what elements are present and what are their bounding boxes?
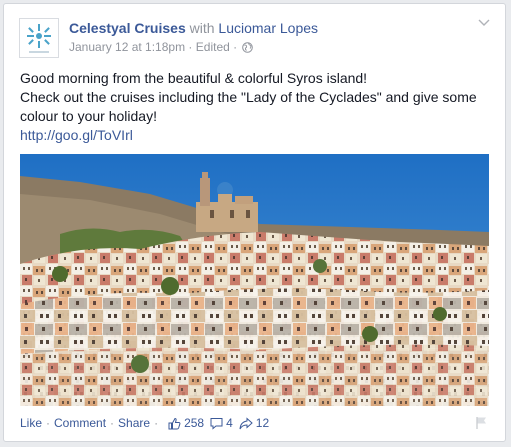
action-separator: · (46, 416, 51, 430)
share-arrow-icon (239, 416, 253, 429)
comments-count-value: 4 (226, 416, 233, 430)
post-message-line: Good morning from the beautiful & colorf… (20, 70, 368, 86)
post-link[interactable]: http://goo.gl/ToVIrl (20, 127, 133, 143)
post-message: Good morning from the beautiful & colorf… (20, 69, 492, 145)
likes-count[interactable]: 258 (168, 416, 204, 430)
meta-separator: · (188, 40, 196, 54)
like-button[interactable]: Like (20, 416, 42, 430)
post-header: Celestyal Cruises with Luciomar Lopes (69, 20, 318, 36)
shares-count[interactable]: 12 (239, 416, 269, 430)
with-label: with (189, 20, 215, 36)
page-name-link[interactable]: Celestyal Cruises (69, 20, 186, 36)
post-message-line: Check out the cruises including the "Lad… (20, 89, 477, 124)
shares-count-value: 12 (255, 416, 270, 430)
tagged-user-link[interactable]: Luciomar Lopes (218, 20, 318, 36)
post-photo[interactable] (20, 154, 489, 406)
action-separator: · (154, 416, 159, 430)
post-action-bar: Like · Comment · Share · 258 4 12 (20, 416, 269, 430)
edited-label[interactable]: Edited (196, 40, 230, 54)
likes-count-value: 258 (184, 416, 205, 430)
comment-icon (210, 417, 223, 430)
chevron-down-icon[interactable] (478, 18, 490, 28)
celestyal-logo-icon (27, 24, 51, 53)
globe-icon[interactable] (242, 42, 254, 53)
action-separator: · (110, 416, 115, 430)
page-avatar[interactable] (19, 18, 59, 58)
post-card: Celestyal Cruises with Luciomar Lopes Ja… (3, 3, 506, 442)
thumbs-up-icon (168, 417, 181, 429)
comments-count[interactable]: 4 (210, 416, 233, 430)
post-meta: January 12 at 1:18pm · Edited · (69, 40, 254, 54)
share-button[interactable]: Share (118, 416, 150, 430)
syros-town-image (20, 154, 489, 406)
flag-icon[interactable] (475, 416, 489, 430)
comment-button[interactable]: Comment (54, 416, 106, 430)
meta-separator: · (233, 40, 241, 54)
post-timestamp[interactable]: January 12 at 1:18pm (69, 40, 185, 54)
